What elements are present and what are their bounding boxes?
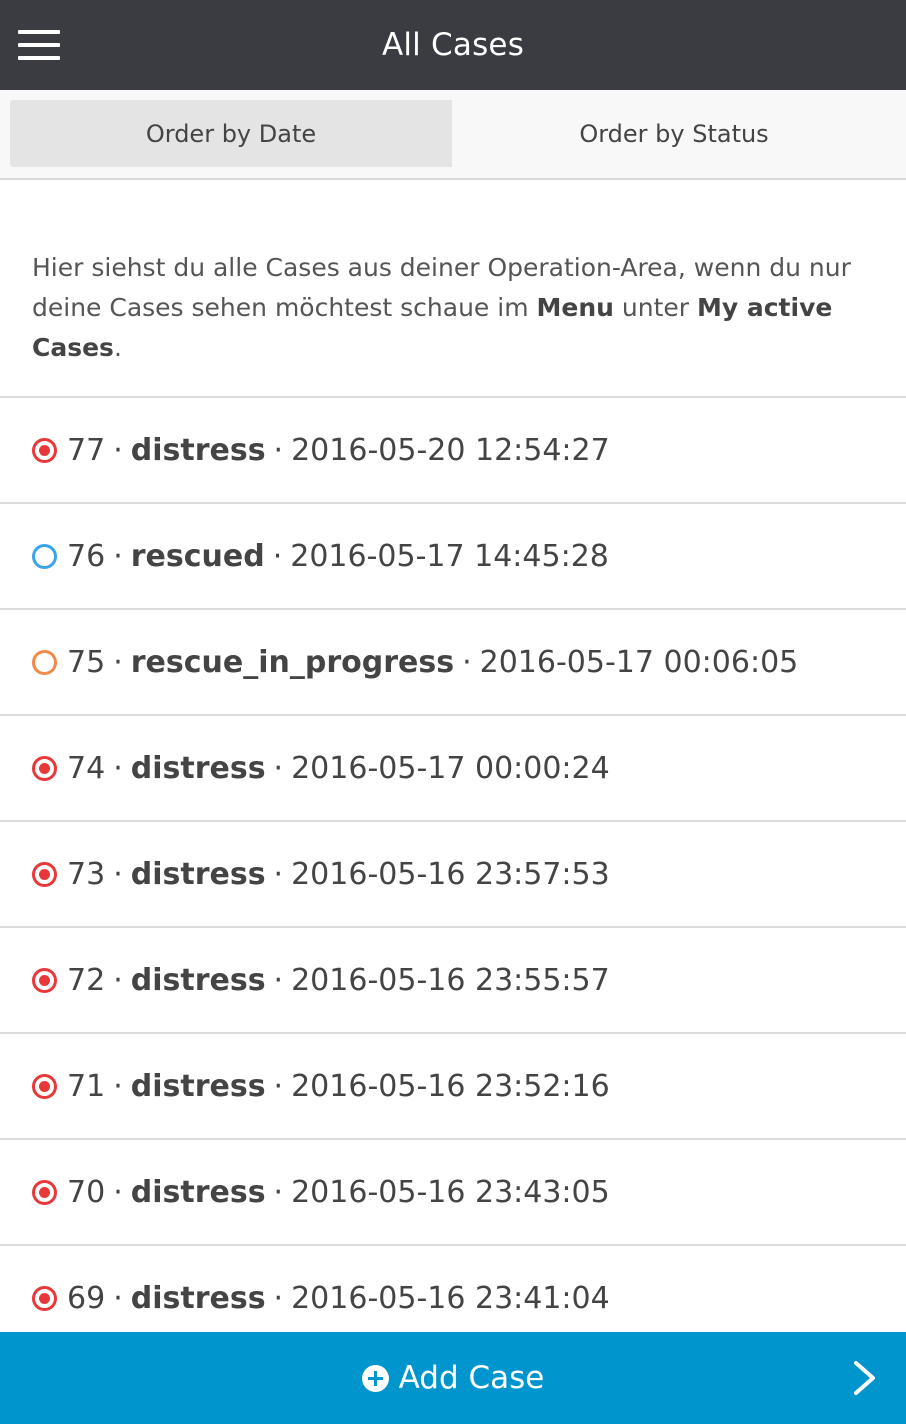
status-distress-icon	[32, 437, 57, 463]
case-status: rescued	[130, 538, 265, 574]
separator-dot: ·	[113, 432, 123, 468]
status-dot	[39, 1292, 50, 1304]
case-id: 71	[67, 1068, 106, 1104]
case-id: 76	[67, 538, 106, 574]
separator-dot: ·	[113, 538, 123, 574]
case-row[interactable]: 74 · distress · 2016-05-17 00:00:24	[0, 716, 906, 822]
case-timestamp: 2016-05-16 23:43:05	[291, 1174, 610, 1210]
case-row[interactable]: 73 · distress · 2016-05-16 23:57:53	[0, 822, 906, 928]
case-id: 70	[67, 1174, 106, 1210]
status-distress-icon	[32, 1285, 57, 1311]
case-row[interactable]: 77 · distress · 2016-05-20 12:54:27	[0, 398, 906, 504]
chevron-right-icon[interactable]	[852, 1360, 878, 1396]
plus-circle-icon	[361, 1364, 389, 1392]
tab-order-by-status[interactable]: Order by Status	[452, 100, 896, 167]
add-case-button[interactable]: Add Case	[0, 1332, 906, 1424]
separator-dot: ·	[273, 1174, 284, 1210]
status-distress-icon	[32, 861, 57, 887]
top-bar: All Cases	[0, 0, 906, 90]
app-root: All Cases Order by Date Order by Status …	[0, 0, 906, 1424]
case-status: distress	[130, 432, 266, 468]
separator-dot: ·	[113, 1174, 123, 1210]
case-status: distress	[130, 1174, 266, 1210]
menu-line	[18, 30, 60, 34]
case-timestamp: 2016-05-20 12:54:27	[291, 432, 610, 468]
status-dot	[39, 1186, 50, 1198]
case-row[interactable]: 72 · distress · 2016-05-16 23:55:57	[0, 928, 906, 1034]
separator-dot: ·	[113, 856, 123, 892]
order-tabs: Order by Date Order by Status	[0, 90, 906, 180]
intro-text-part: unter	[613, 293, 697, 322]
page-title: All Cases	[381, 27, 525, 63]
tab-order-by-date[interactable]: Order by Date	[10, 100, 452, 167]
status-distress-icon	[32, 755, 57, 781]
status-distress-icon	[32, 1179, 57, 1205]
separator-dot: ·	[113, 1068, 123, 1104]
case-status: distress	[130, 962, 266, 998]
separator-dot: ·	[113, 962, 123, 998]
separator-dot: ·	[273, 750, 284, 786]
case-row[interactable]: 75 · rescue_in_progress · 2016-05-17 00:06:0…	[0, 610, 906, 716]
separator-dot: ·	[272, 538, 283, 574]
case-id: 72	[67, 962, 106, 998]
case-timestamp: 2016-05-17 00:00:24	[291, 750, 610, 786]
status-rescued-icon	[32, 543, 57, 569]
case-timestamp: 2016-05-16 23:55:57	[291, 962, 610, 998]
separator-dot: ·	[273, 1068, 284, 1104]
add-case-label: Add Case	[398, 1360, 545, 1396]
status-distress-icon	[32, 967, 57, 993]
status-in-progress-icon	[32, 649, 57, 675]
case-timestamp: 2016-05-16 23:41:04	[291, 1280, 610, 1316]
separator-dot: ·	[273, 432, 284, 468]
separator-dot: ·	[273, 962, 284, 998]
case-status: rescue_in_progress	[130, 644, 455, 680]
separator-dot: ·	[273, 856, 284, 892]
status-dot	[39, 868, 50, 880]
case-id: 69	[67, 1280, 106, 1316]
separator-dot: ·	[273, 1280, 284, 1316]
separator-dot: ·	[462, 644, 472, 680]
status-dot	[39, 974, 50, 986]
case-status: distress	[130, 750, 266, 786]
case-status: distress	[130, 1068, 266, 1104]
separator-dot: ·	[113, 750, 123, 786]
case-list: 77 · distress · 2016-05-20 12:54:27 76 · rescue…	[0, 398, 906, 1352]
case-status: distress	[130, 856, 266, 892]
case-status: distress	[130, 1280, 266, 1316]
menu-line	[18, 43, 60, 47]
case-id: 74	[67, 750, 106, 786]
status-dot	[39, 1080, 50, 1092]
case-id: 73	[67, 856, 106, 892]
intro-text-part: .	[113, 333, 122, 362]
status-distress-icon	[32, 1073, 57, 1099]
case-timestamp: 2016-05-17 00:06:05	[479, 644, 799, 680]
status-dot	[39, 444, 50, 456]
case-timestamp: 2016-05-16 23:57:53	[291, 856, 610, 892]
case-timestamp: 2016-05-17 14:45:28	[290, 538, 609, 574]
case-row[interactable]: 71 · distress · 2016-05-16 23:52:16	[0, 1034, 906, 1140]
hamburger-menu-icon[interactable]	[18, 30, 60, 60]
case-id: 75	[67, 644, 106, 680]
separator-dot: ·	[113, 1280, 123, 1316]
intro-text: Hier siehst du alle Cases aus deiner Ope…	[0, 180, 906, 398]
intro-menu-bold: Menu	[536, 293, 614, 322]
separator-dot: ·	[113, 644, 123, 680]
status-dot	[39, 762, 50, 774]
case-timestamp: 2016-05-16 23:52:16	[291, 1068, 610, 1104]
menu-line	[18, 56, 60, 60]
case-row[interactable]: 76 · rescued · 2016-05-17 14:45:28	[0, 504, 906, 610]
case-id: 77	[67, 432, 106, 468]
case-row[interactable]: 70 · distress · 2016-05-16 23:43:05	[0, 1140, 906, 1246]
